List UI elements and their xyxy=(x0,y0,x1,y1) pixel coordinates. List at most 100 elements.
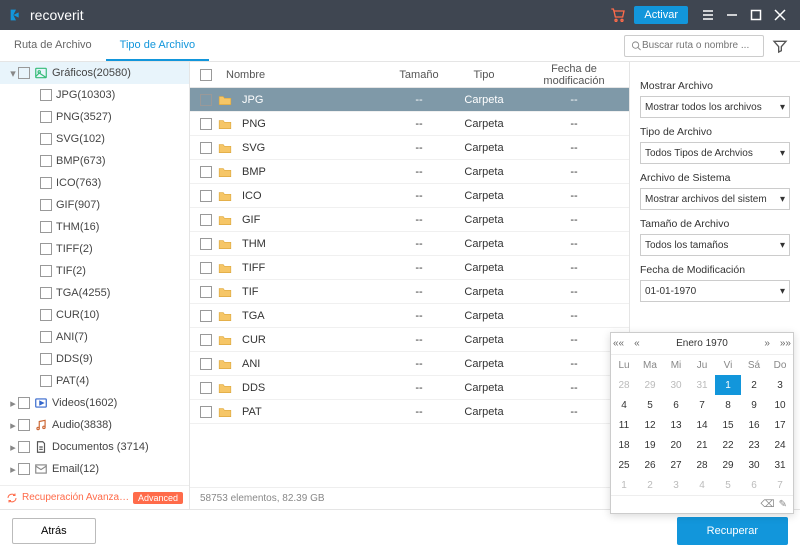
row-checkbox[interactable] xyxy=(200,142,212,154)
category-checkbox[interactable] xyxy=(18,463,30,475)
tab-filetype[interactable]: Tipo de Archivo xyxy=(106,30,209,61)
day-cell[interactable]: 16 xyxy=(741,415,767,435)
day-cell[interactable]: 29 xyxy=(715,455,741,475)
col-size[interactable]: Tamaño xyxy=(389,69,449,81)
file-row[interactable]: JPG -- Carpeta -- xyxy=(190,88,629,112)
day-cell[interactable]: 9 xyxy=(741,395,767,415)
day-cell[interactable]: 2 xyxy=(741,375,767,395)
col-modified[interactable]: Fecha de modificación xyxy=(519,63,629,87)
item-checkbox[interactable] xyxy=(40,331,52,343)
row-checkbox[interactable] xyxy=(200,358,212,370)
row-checkbox[interactable] xyxy=(200,334,212,346)
day-cell[interactable]: 21 xyxy=(689,435,715,455)
sidebar-item[interactable]: PNG(3527) xyxy=(0,106,189,128)
day-cell[interactable]: 7 xyxy=(767,475,793,495)
advanced-recovery[interactable]: Recuperación Avanzada de Vi... Advanced xyxy=(0,485,189,509)
day-cell[interactable]: 25 xyxy=(611,455,637,475)
day-cell[interactable]: 6 xyxy=(663,395,689,415)
cart-icon[interactable] xyxy=(610,7,626,23)
item-checkbox[interactable] xyxy=(40,155,52,167)
sidebar-item[interactable]: ICO(763) xyxy=(0,172,189,194)
day-cell[interactable]: 18 xyxy=(611,435,637,455)
file-row[interactable]: TGA -- Carpeta -- xyxy=(190,304,629,328)
sidebar-item[interactable]: TGA(4255) xyxy=(0,282,189,304)
item-checkbox[interactable] xyxy=(40,177,52,189)
maximize-icon[interactable] xyxy=(744,3,768,27)
day-cell[interactable]: 3 xyxy=(767,375,793,395)
minimize-icon[interactable] xyxy=(720,3,744,27)
sidebar-category[interactable]: ▾ Gráficos(20580) xyxy=(0,62,189,84)
row-checkbox[interactable] xyxy=(200,238,212,250)
file-row[interactable]: CUR -- Carpeta -- xyxy=(190,328,629,352)
file-row[interactable]: PNG -- Carpeta -- xyxy=(190,112,629,136)
filter-type-select[interactable]: Todos Tipos de Archvios▾ xyxy=(640,142,790,164)
next-year-icon[interactable]: »» xyxy=(778,338,793,349)
day-cell[interactable]: 17 xyxy=(767,415,793,435)
row-checkbox[interactable] xyxy=(200,214,212,226)
close-icon[interactable] xyxy=(768,3,792,27)
file-row[interactable]: PAT -- Carpeta -- xyxy=(190,400,629,424)
file-row[interactable]: THM -- Carpeta -- xyxy=(190,232,629,256)
sidebar-category[interactable]: ▸ Videos(1602) xyxy=(0,392,189,414)
day-cell[interactable]: 29 xyxy=(637,375,663,395)
sidebar-item[interactable]: THM(16) xyxy=(0,216,189,238)
caret-right-icon[interactable]: ▸ xyxy=(8,419,18,432)
category-checkbox[interactable] xyxy=(18,441,30,453)
filter-show-select[interactable]: Mostrar todos los archivos▾ xyxy=(640,96,790,118)
sidebar-category[interactable]: ▸ Email(12) xyxy=(0,458,189,480)
item-checkbox[interactable] xyxy=(40,309,52,321)
row-checkbox[interactable] xyxy=(200,166,212,178)
prev-month-icon[interactable]: « xyxy=(632,338,642,349)
day-cell[interactable]: 8 xyxy=(715,395,741,415)
day-cell[interactable]: 31 xyxy=(767,455,793,475)
row-checkbox[interactable] xyxy=(200,94,212,106)
filter-date-select[interactable]: 01-01-1970▾ xyxy=(640,280,790,302)
caret-right-icon[interactable]: ▸ xyxy=(8,463,18,476)
menu-icon[interactable] xyxy=(696,3,720,27)
day-cell[interactable]: 15 xyxy=(715,415,741,435)
day-cell[interactable]: 23 xyxy=(741,435,767,455)
file-row[interactable]: GIF -- Carpeta -- xyxy=(190,208,629,232)
datepicker-ok-icon[interactable]: ✎ xyxy=(779,499,787,510)
day-cell[interactable]: 1 xyxy=(611,475,637,495)
row-checkbox[interactable] xyxy=(200,286,212,298)
file-row[interactable]: DDS -- Carpeta -- xyxy=(190,376,629,400)
filter-size-select[interactable]: Todos los tamaños▾ xyxy=(640,234,790,256)
item-checkbox[interactable] xyxy=(40,133,52,145)
sidebar-item[interactable]: JPG(10303) xyxy=(0,84,189,106)
file-row[interactable]: ICO -- Carpeta -- xyxy=(190,184,629,208)
datepicker-clear-icon[interactable]: ⌫ xyxy=(760,499,774,510)
file-row[interactable]: ANI -- Carpeta -- xyxy=(190,352,629,376)
day-cell[interactable]: 30 xyxy=(663,375,689,395)
caret-right-icon[interactable]: ▸ xyxy=(8,441,18,454)
day-cell[interactable]: 19 xyxy=(637,435,663,455)
day-cell[interactable]: 28 xyxy=(689,455,715,475)
item-checkbox[interactable] xyxy=(40,353,52,365)
item-checkbox[interactable] xyxy=(40,375,52,387)
day-cell[interactable]: 30 xyxy=(741,455,767,475)
day-cell[interactable]: 28 xyxy=(611,375,637,395)
item-checkbox[interactable] xyxy=(40,287,52,299)
day-cell[interactable]: 3 xyxy=(663,475,689,495)
day-cell[interactable]: 5 xyxy=(715,475,741,495)
day-cell[interactable]: 31 xyxy=(689,375,715,395)
row-checkbox[interactable] xyxy=(200,382,212,394)
item-checkbox[interactable] xyxy=(40,199,52,211)
row-checkbox[interactable] xyxy=(200,310,212,322)
file-row[interactable]: BMP -- Carpeta -- xyxy=(190,160,629,184)
day-cell[interactable]: 24 xyxy=(767,435,793,455)
sidebar-item[interactable]: ANI(7) xyxy=(0,326,189,348)
day-cell[interactable]: 6 xyxy=(741,475,767,495)
activate-button[interactable]: Activar xyxy=(634,6,688,24)
select-all-checkbox[interactable] xyxy=(200,69,212,81)
search-input[interactable] xyxy=(642,40,757,51)
category-checkbox[interactable] xyxy=(18,397,30,409)
day-cell[interactable]: 4 xyxy=(611,395,637,415)
tab-route[interactable]: Ruta de Archivo xyxy=(0,30,106,61)
sidebar-category[interactable]: ▸ Audio(3838) xyxy=(0,414,189,436)
caret-right-icon[interactable]: ▸ xyxy=(8,397,18,410)
item-checkbox[interactable] xyxy=(40,265,52,277)
next-month-icon[interactable]: » xyxy=(762,338,772,349)
day-cell[interactable]: 13 xyxy=(663,415,689,435)
row-checkbox[interactable] xyxy=(200,406,212,418)
